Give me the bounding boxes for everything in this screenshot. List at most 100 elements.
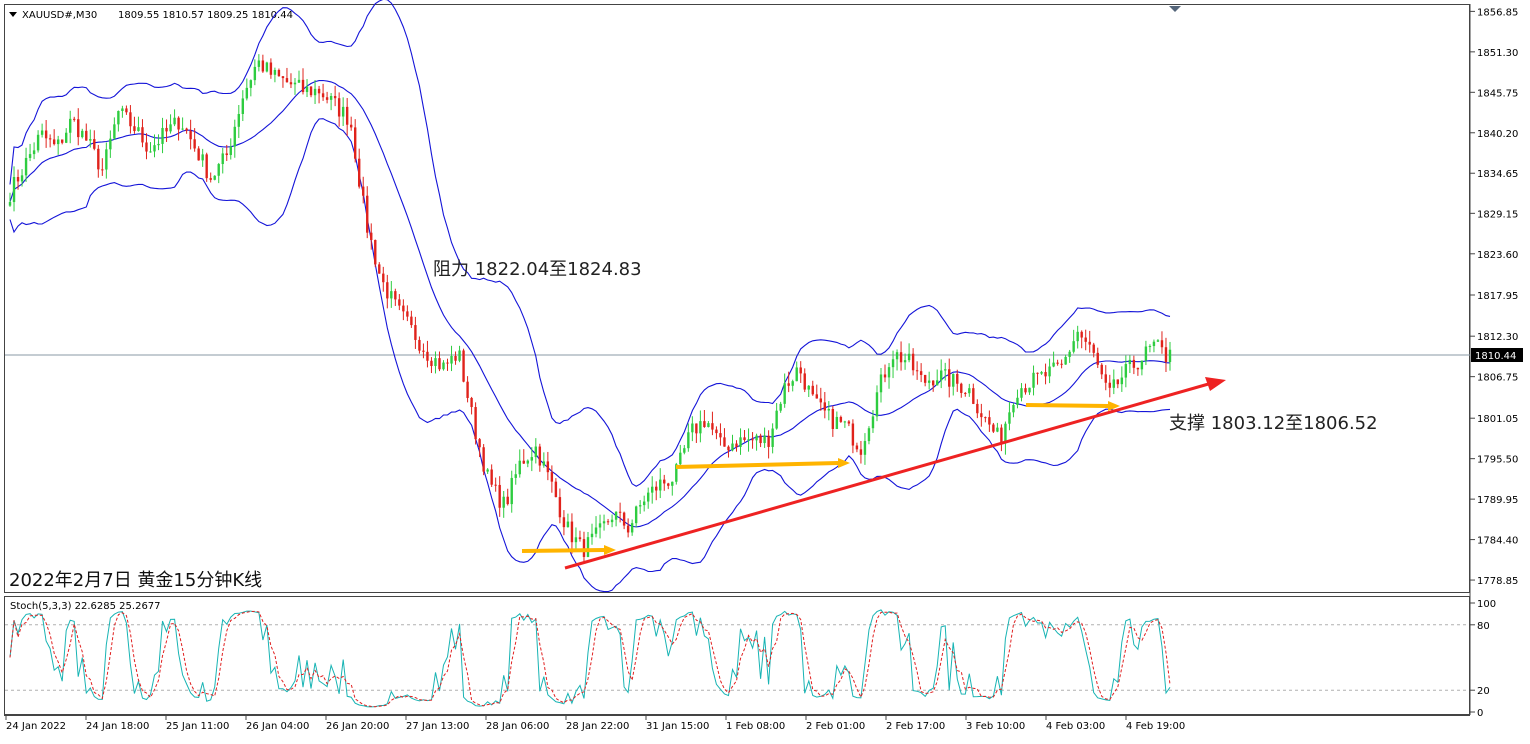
candle-body — [879, 374, 883, 393]
candle-body — [875, 392, 879, 417]
candle-body — [526, 460, 529, 464]
candle-body — [289, 82, 293, 85]
candle-body — [394, 291, 397, 300]
candle-body — [659, 479, 662, 491]
candle-body — [398, 299, 401, 306]
candle-body — [663, 479, 666, 484]
candle-body — [574, 537, 578, 543]
candle-body — [903, 360, 907, 363]
candle-body — [374, 239, 377, 265]
candle-body — [414, 325, 417, 340]
price-tick-label: 1795.50 — [1477, 455, 1518, 466]
candle-body — [309, 86, 313, 96]
candle-body — [450, 356, 453, 364]
candle-body — [426, 351, 429, 361]
stoch-tick-label: 80 — [1477, 621, 1490, 632]
candle-body — [209, 178, 212, 180]
candle-body — [1008, 412, 1011, 424]
candle-body — [297, 79, 301, 83]
candle-body — [847, 421, 851, 424]
candle-body — [109, 138, 112, 150]
candle-body — [197, 148, 200, 161]
candle-body — [683, 448, 686, 453]
candle-body — [775, 410, 778, 429]
candle-body — [1088, 341, 1091, 345]
candle-body — [77, 119, 80, 138]
candle-body — [1128, 359, 1132, 365]
candle-body — [193, 139, 196, 149]
candle-body — [1020, 388, 1023, 398]
price-chart[interactable]: XAUUSD#,M30 1809.55 1810.57 1809.25 1810… — [0, 0, 1530, 744]
candle-body — [952, 373, 955, 387]
candle-body — [305, 86, 309, 93]
ohlc-values: 1809.55 1810.57 1809.25 1810.44 — [118, 10, 293, 21]
candle-body — [614, 511, 618, 520]
candle-body — [787, 383, 790, 386]
candle-body — [679, 452, 682, 465]
price-tick-label: 1806.75 — [1477, 373, 1518, 384]
candle-body — [1084, 337, 1087, 342]
candle-body — [362, 186, 365, 196]
candle-body — [791, 381, 794, 386]
candle-body — [972, 388, 975, 404]
stoch-label: Stoch(5,3,3) 22.6285 25.2677 — [10, 601, 161, 612]
price-tick-label: 1823.60 — [1477, 250, 1518, 261]
candle-body — [301, 79, 305, 93]
candle-body — [1144, 346, 1148, 361]
candle-body — [430, 360, 433, 367]
candle-body — [1064, 356, 1067, 365]
candle-body — [345, 106, 349, 125]
candle-body — [731, 443, 734, 451]
candle-body — [767, 435, 770, 447]
candle-body — [839, 416, 843, 422]
candle-body — [927, 380, 931, 383]
candle-body — [462, 350, 465, 382]
candle-body — [281, 76, 285, 79]
candle-body — [273, 69, 277, 75]
candle-body — [867, 428, 871, 442]
time-tick-label: 24 Jan 18:00 — [86, 721, 149, 732]
candle-body — [16, 177, 20, 182]
candle-body — [935, 380, 939, 386]
candle-body — [566, 521, 570, 528]
candle-body — [486, 469, 489, 472]
candle-body — [502, 496, 505, 508]
candle-body — [221, 153, 224, 165]
candle-body — [1120, 377, 1124, 385]
candle-body — [1048, 366, 1051, 377]
candle-body — [1132, 359, 1136, 368]
candle-body — [12, 177, 16, 203]
candle-body — [169, 124, 172, 132]
candle-body — [940, 370, 943, 381]
chart-caption: 2022年2月7日 黄金15分钟K线 — [9, 570, 262, 591]
candle-body — [422, 350, 425, 352]
candle-body — [482, 447, 485, 472]
price-axis: 1856.85 1851.30 1845.75 1840.20 1834.65 1829.… — [1470, 7, 1518, 587]
candle-body — [1032, 372, 1035, 388]
candle-body — [149, 151, 152, 153]
candle-body — [1076, 331, 1079, 342]
candle-body — [562, 517, 566, 528]
candle-body — [602, 521, 606, 524]
candle-body — [514, 474, 517, 478]
candle-body — [835, 416, 839, 430]
resistance-annotation: 阻力 1822.04至1824.83 — [433, 259, 642, 280]
candle-body — [907, 353, 911, 361]
time-tick-label: 26 Jan 20:00 — [326, 721, 389, 732]
candle-body — [811, 385, 814, 395]
candle-body — [1092, 344, 1095, 353]
price-tick-label: 1801.05 — [1477, 414, 1518, 425]
candle-body — [1112, 379, 1115, 388]
time-tick-label: 28 Jan 22:00 — [566, 721, 629, 732]
candle-body — [783, 383, 786, 404]
candle-body — [213, 175, 216, 180]
candle-body — [434, 358, 437, 367]
candle-body — [1000, 427, 1003, 444]
candle-body — [1168, 349, 1172, 363]
candle-body — [546, 461, 550, 473]
candle-body — [446, 362, 449, 364]
candle-body — [418, 339, 421, 351]
candle-body — [20, 175, 24, 182]
candle-body — [1136, 367, 1140, 370]
candle-body — [911, 353, 915, 371]
